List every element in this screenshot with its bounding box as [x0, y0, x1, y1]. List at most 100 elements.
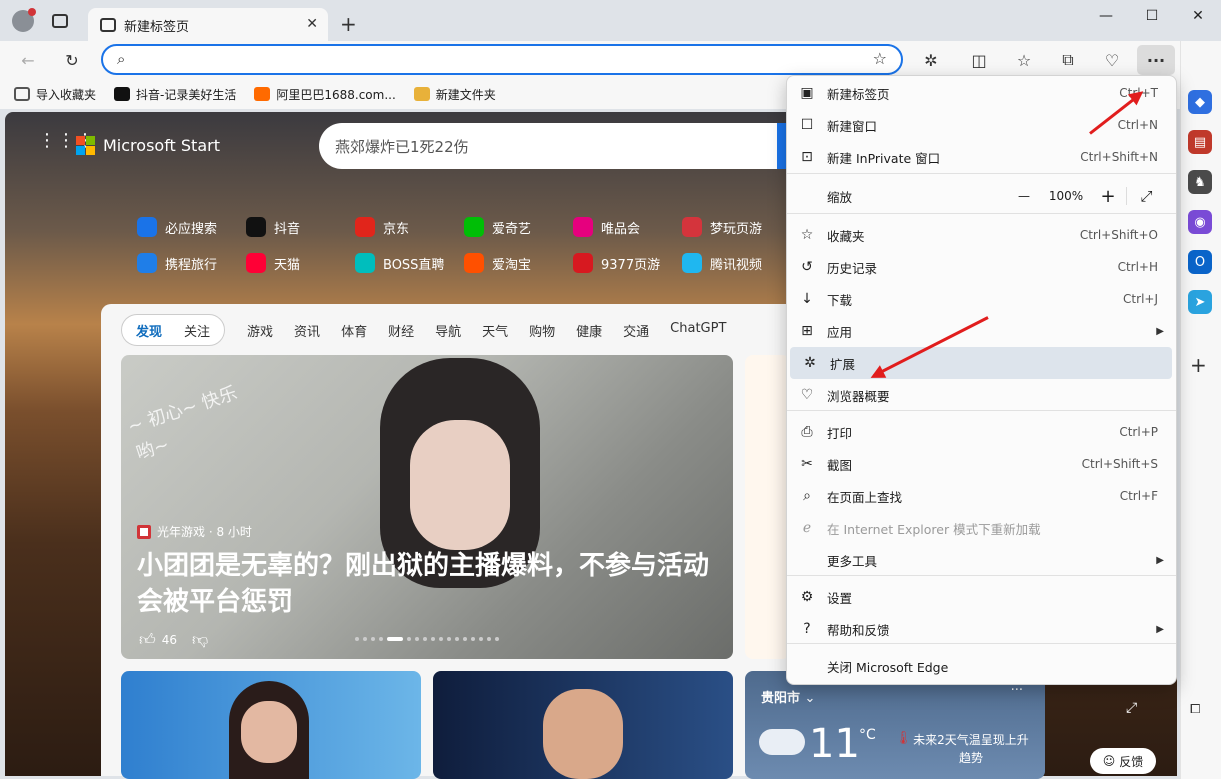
favorite-1688[interactable]: 阿里巴巴1688.com...: [254, 86, 396, 103]
menu-item-close[interactable]: 关闭 Microsoft Edge: [787, 650, 1176, 682]
outlook-icon[interactable]: O: [1188, 250, 1212, 274]
feed-tab[interactable]: 导航: [435, 321, 461, 340]
quick-links-row-2: 携程旅行 天猫 BOSS直聘 爱淘宝 9377页游 腾讯视频: [137, 253, 791, 273]
favorites-icon[interactable]: ☆: [1008, 46, 1040, 74]
fullscreen-button[interactable]: ⤢: [1126, 187, 1166, 205]
expand-icon[interactable]: ⤢: [1126, 700, 1137, 716]
quick-link[interactable]: 腾讯视频: [682, 253, 791, 273]
feed-tabs: 发现 关注 游戏 资讯 体育 财经 导航 天气 购物 健康 交通 ChatGPT: [101, 314, 726, 346]
games-icon[interactable]: ♞: [1188, 170, 1212, 194]
menu-item-extensions[interactable]: ✲ 扩展: [790, 347, 1172, 379]
tab-discover[interactable]: 发现: [136, 321, 162, 340]
menu-item-label: 打印: [827, 425, 853, 441]
maximize-button[interactable]: ☐: [1129, 0, 1175, 32]
feed-tab[interactable]: 交通: [623, 321, 649, 340]
hero-title[interactable]: 小团团是无辜的？刚出狱的主播爆料，不参与活动会被平台惩罚: [137, 548, 717, 620]
refresh-button[interactable]: ↻: [56, 46, 88, 74]
feed-tab[interactable]: 体育: [341, 321, 367, 340]
feed-tab[interactable]: 资讯: [294, 321, 320, 340]
quick-link[interactable]: 天猫: [246, 253, 355, 273]
quick-link[interactable]: 京东: [355, 217, 464, 237]
tab-actions-icon[interactable]: [52, 14, 68, 28]
feed-tab[interactable]: 游戏: [247, 321, 273, 340]
new-tab-button[interactable]: +: [340, 12, 357, 36]
feedback-button[interactable]: ☺ 反馈: [1090, 748, 1156, 774]
favorite-label: 导入收藏夹: [36, 87, 97, 102]
feed-tab[interactable]: 购物: [529, 321, 555, 340]
quick-link[interactable]: 梦玩页游: [682, 217, 791, 237]
trending-card[interactable]: [745, 355, 790, 659]
telegram-icon[interactable]: ➤: [1188, 290, 1212, 314]
favorite-star-icon[interactable]: ☆: [873, 49, 887, 68]
news-card-2[interactable]: [433, 671, 733, 779]
feed-tab[interactable]: ChatGPT: [670, 321, 726, 340]
weather-card[interactable]: 贵阳市 ⌄ ··· 11 °C 🌡︎ 未来2天气温呈现上升趋势: [745, 671, 1045, 779]
feed-tab[interactable]: 天气: [482, 321, 508, 340]
quick-link-label: 京东: [383, 221, 410, 237]
tab-new-tab[interactable]: 新建标签页 ✕: [88, 8, 328, 42]
menu-item-label: 收藏夹: [827, 228, 865, 244]
collections-icon[interactable]: ⧉: [1052, 46, 1084, 74]
add-sidebar-app-icon[interactable]: +: [1190, 353, 1207, 377]
zoom-in-button[interactable]: +: [1090, 186, 1126, 207]
menu-item-label: 在页面上查找: [827, 489, 903, 505]
close-tab-icon[interactable]: ✕: [306, 16, 318, 32]
back-button[interactable]: ←: [12, 46, 44, 74]
menu-item-print[interactable]: ⎙ 打印 Ctrl+P: [787, 416, 1176, 448]
quick-link[interactable]: 必应搜索: [137, 217, 246, 237]
minimize-button[interactable]: —: [1083, 0, 1129, 32]
quick-link[interactable]: 爱奇艺: [464, 217, 573, 237]
menu-item-screenshot[interactable]: ✂ 截图 Ctrl+Shift+S: [787, 448, 1176, 480]
page-search-button[interactable]: [777, 123, 786, 169]
chevron-right-icon: ▶: [1156, 325, 1164, 337]
carousel-dots[interactable]: [355, 637, 499, 641]
settings-and-more-button[interactable]: ···: [1137, 45, 1175, 75]
hide-sidebar-icon[interactable]: ⧠: [1190, 702, 1200, 717]
page-search-box[interactable]: 燕郊爆炸已1死22伤: [319, 123, 789, 169]
menu-item-history[interactable]: ↺ 历史记录 Ctrl+H: [787, 251, 1176, 283]
menu-item-label: 更多工具: [827, 553, 878, 569]
favorite-import[interactable]: 导入收藏夹: [14, 86, 96, 103]
print-icon: ⎙: [801, 424, 813, 440]
menu-item-new-tab[interactable]: ▣新建标签页Ctrl+T: [787, 77, 1176, 109]
weather-city[interactable]: 贵阳市 ⌄: [761, 687, 815, 706]
menu-item-inprivate[interactable]: ⊡ 新建 InPrivate 窗口 Ctrl+Shift+N: [787, 141, 1176, 173]
tools-icon[interactable]: ▤: [1188, 130, 1212, 154]
menu-item-help[interactable]: ? 帮助和反馈 ▶: [787, 613, 1176, 645]
feed-tab[interactable]: 财经: [388, 321, 414, 340]
quick-link-label: BOSS直聘: [383, 257, 445, 273]
microsoft-start-logo[interactable]: Microsoft Start: [76, 136, 220, 155]
quick-link[interactable]: 9377页游: [573, 253, 682, 273]
profile-avatar[interactable]: [12, 8, 36, 32]
menu-item-find[interactable]: ⌕ 在页面上查找 Ctrl+F: [787, 480, 1176, 512]
extensions-icon[interactable]: ✲: [915, 46, 947, 74]
thumbs-down-icon[interactable]: 👎︎: [192, 630, 208, 650]
like-button[interactable]: 👍︎ 46: [139, 630, 177, 650]
quick-link[interactable]: 抖音: [246, 217, 355, 237]
menu-item-settings[interactable]: ⚙ 设置: [787, 581, 1176, 613]
zoom-out-button[interactable]: —: [1006, 189, 1042, 203]
game9377-icon: [573, 253, 593, 273]
menu-item-zoom[interactable]: 缩放 — 100% + ⤢: [787, 180, 1176, 212]
favorite-folder[interactable]: 新建文件夹: [413, 86, 496, 103]
menu-item-essentials[interactable]: ♡ 浏览器概要: [787, 379, 1176, 411]
feed-tab[interactable]: 健康: [576, 321, 602, 340]
close-window-button[interactable]: ✕: [1175, 0, 1221, 32]
browser-essentials-icon[interactable]: ♡: [1096, 46, 1128, 74]
quick-link[interactable]: 携程旅行: [137, 253, 246, 273]
tab-follow[interactable]: 关注: [184, 321, 210, 340]
quick-link[interactable]: 唯品会: [573, 217, 682, 237]
news-card-1[interactable]: [121, 671, 421, 779]
quick-link[interactable]: BOSS直聘: [355, 253, 464, 273]
quick-link[interactable]: 爱淘宝: [464, 253, 573, 273]
menu-item-downloads[interactable]: ↓ 下载 Ctrl+J: [787, 283, 1176, 315]
menu-item-more-tools[interactable]: 更多工具 ▶: [787, 544, 1176, 576]
more-options-icon[interactable]: ···: [1011, 683, 1023, 698]
microsoft365-icon[interactable]: ◉: [1188, 210, 1212, 234]
favorite-douyin[interactable]: 抖音-记录美好生活: [114, 86, 236, 103]
menu-item-favorites[interactable]: ☆ 收藏夹 Ctrl+Shift+O: [787, 219, 1176, 251]
shopping-tag-icon[interactable]: ◆: [1188, 90, 1212, 114]
split-screen-icon[interactable]: ◫: [963, 46, 995, 74]
address-bar[interactable]: ⌕ ☆: [101, 44, 903, 75]
menu-item-ie-mode: ℯ 在 Internet Explorer 模式下重新加载: [787, 512, 1176, 544]
